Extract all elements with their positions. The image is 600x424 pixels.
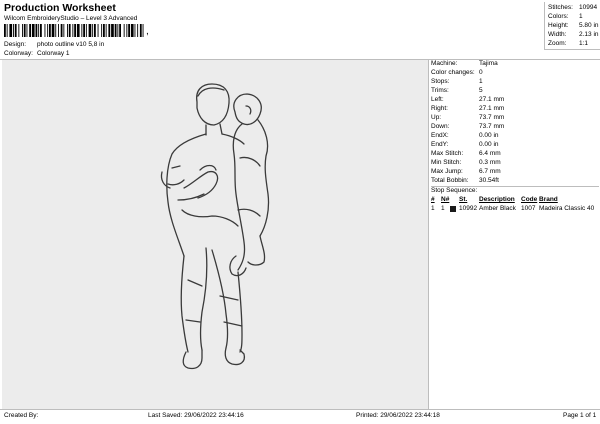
barcode-bar (58, 24, 59, 37)
software-subtitle: Wilcom EmbroideryStudio – Level 3 Advanc… (4, 15, 138, 22)
col-header-n: N# (441, 196, 450, 203)
barcode-bar (26, 24, 28, 37)
barcode-bar (72, 24, 74, 37)
design-preview-canvas (2, 60, 428, 409)
barcode-bar (103, 24, 105, 37)
colorway-label: Colorway: (4, 50, 33, 57)
barcode-bar (68, 24, 71, 37)
barcode-bar (14, 24, 17, 37)
barcode-bar (13, 24, 14, 37)
barcode-bar (142, 24, 144, 37)
barcode-bar (81, 24, 83, 37)
col-header-stitches: St. (459, 196, 468, 203)
barcode-bar (31, 24, 35, 37)
design-stats-box: Stitches: 10994 Colors: 1 Height: 5.80 in W… (544, 2, 600, 50)
thread-color-swatch (450, 206, 456, 212)
barcode-bar (111, 24, 114, 37)
barcode-bar (9, 24, 13, 37)
design-value: photo outline v10 5,8 in (37, 41, 105, 48)
barcode-bar (60, 24, 63, 37)
stat-width: Width: 2.13 in (548, 31, 599, 38)
barcode-bar (92, 24, 94, 37)
stat-stitches: Stitches: 10994 (548, 4, 598, 11)
barcode-bar (4, 24, 6, 37)
barcode-bar (123, 24, 125, 37)
cell-n: 1 (441, 205, 445, 212)
embroidery-outline-drawing (160, 83, 270, 370)
col-header-num: # (431, 196, 435, 203)
barcode-bar (22, 24, 23, 37)
barcode-bar (85, 24, 87, 37)
design-label: Design: (4, 41, 27, 48)
barcode-bar (139, 24, 142, 37)
footer-created-by: Created By: (4, 412, 39, 419)
barcode-bar (18, 24, 20, 37)
barcode-bar (88, 24, 92, 37)
barcode-bar (83, 24, 85, 37)
barcode-bar (108, 24, 111, 37)
barcode-bar (6, 24, 8, 37)
barcode-bar (130, 24, 134, 37)
barcode-bar (134, 24, 136, 37)
cell-description: Amber Black (479, 205, 516, 212)
panel-divider (428, 60, 429, 409)
stat-zoom: Zoom: 1:1 (548, 40, 589, 47)
cell-brand: Madeira Classic 40 (539, 205, 595, 212)
col-header-brand: Brand (539, 196, 558, 203)
barcode-bar (44, 24, 46, 37)
design-barcode (4, 24, 184, 37)
barcode-bar (40, 24, 42, 37)
barcode-bar (114, 24, 117, 37)
barcode-bar (35, 24, 38, 37)
col-header-description: Description (479, 196, 515, 203)
cell-stitches: 10992 (459, 205, 478, 212)
barcode-bar (137, 24, 139, 37)
barcode-bar (49, 24, 51, 37)
barcode-bar (55, 24, 57, 37)
table-row: 1 1 10992 Amber Black 1007 Madeira Class… (431, 205, 599, 215)
barcode-bar (76, 24, 80, 37)
barcode-bar (126, 24, 128, 37)
stop-sequence-title: Stop Sequence: (431, 187, 478, 194)
barcode-bar (51, 24, 55, 37)
barcode-separator: , (146, 26, 149, 37)
cell-code: 1007 (521, 205, 536, 212)
footer-divider (0, 409, 600, 410)
cell-num: 1 (431, 205, 435, 212)
barcode-bar (97, 24, 99, 37)
barcode-bar (67, 24, 68, 37)
footer-page-number: Page 1 of 1 (563, 412, 597, 419)
barcode-bar (119, 24, 121, 37)
footer-printed: Printed: 29/06/2022 23:44:18 (356, 412, 440, 419)
colorway-value: Colorway 1 (37, 50, 70, 57)
barcode-bar (38, 24, 40, 37)
barcode-bar (74, 24, 76, 37)
barcode-bar (63, 24, 65, 37)
col-header-code: Code (521, 196, 538, 203)
page-title: Production Worksheet (4, 2, 116, 14)
barcode-bar (47, 24, 49, 37)
barcode-bar (29, 24, 31, 37)
stat-colors: Colors: 1 (548, 13, 583, 20)
barcode-bar (23, 24, 26, 37)
barcode-bar (128, 24, 130, 37)
barcode-bar (94, 24, 96, 37)
stat-height: Height: 5.80 in (548, 22, 599, 29)
barcode-bar (101, 24, 103, 37)
footer-last-saved: Last Saved: 29/06/2022 23:44:16 (148, 412, 244, 419)
barcode-bar (117, 24, 119, 37)
barcode-bar (105, 24, 107, 37)
